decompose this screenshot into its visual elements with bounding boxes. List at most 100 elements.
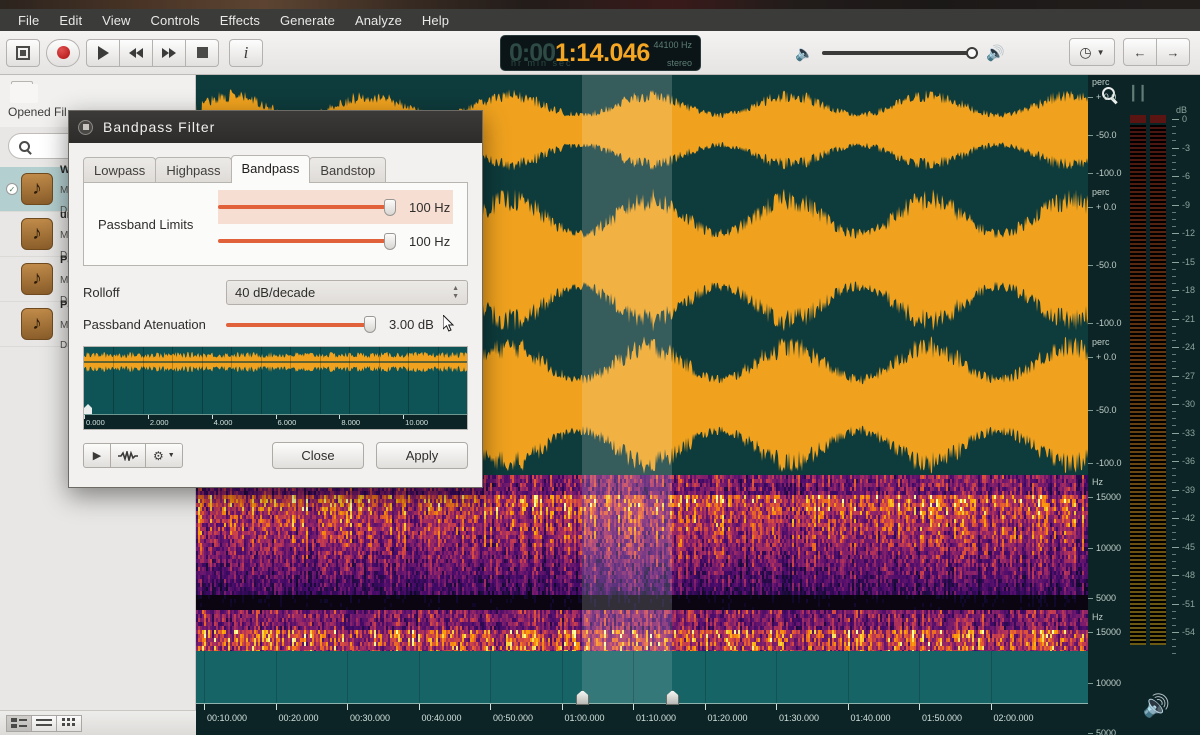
transport-group	[86, 38, 219, 67]
time-display[interactable]: 0:00 1:14.046 hr min sec 44100 Hz stereo	[500, 35, 701, 71]
close-button[interactable]: Close	[272, 442, 364, 469]
clock-icon: ◷	[1079, 44, 1091, 61]
timeline-label: 01:10.000	[636, 713, 676, 723]
grid-view-button[interactable]	[56, 714, 82, 732]
filter-tabs: Lowpass Highpass Bandpass Bandstop	[83, 155, 468, 183]
channel-scale-label: 15000	[1096, 492, 1121, 502]
preview-play-button[interactable]: ▶	[83, 443, 111, 468]
menu-effects[interactable]: Effects	[210, 11, 270, 30]
output-speaker-icon[interactable]: 🔊	[1143, 693, 1170, 719]
tab-lowpass[interactable]: Lowpass	[83, 157, 157, 183]
preview-start-handle[interactable]	[84, 404, 92, 414]
slider-knob[interactable]	[364, 316, 376, 333]
record-button[interactable]	[46, 38, 80, 67]
bandpass-filter-dialog: Bandpass Filter Lowpass Highpass Bandpas…	[68, 110, 483, 488]
timeline-label: 00:40.000	[422, 713, 462, 723]
info-button[interactable]: i	[229, 38, 263, 67]
preview-ruler-tick	[84, 415, 85, 419]
timeline-gridline	[704, 651, 706, 703]
volume-control[interactable]: 🔈 🔊	[795, 44, 1005, 62]
rewind-button[interactable]	[119, 38, 153, 67]
passband-low-slider[interactable]	[218, 198, 396, 216]
bandpass-panel: Passband Limits 100 Hz 100 Hz	[83, 182, 468, 266]
preview-settings-button[interactable]: ⚙ ▼	[145, 443, 183, 468]
passband-high-slider[interactable]	[218, 232, 396, 250]
timeline-selection	[582, 651, 672, 703]
preview-ruler-label: 2.000	[150, 418, 169, 427]
speaker-low-icon: 🔈	[795, 44, 814, 62]
channel-scale-tick	[1088, 682, 1093, 684]
chevron-down-icon: ▼	[168, 452, 175, 459]
play-button[interactable]	[86, 38, 120, 67]
preview-ruler-tick	[467, 415, 468, 419]
channel-scale-tick	[1088, 598, 1093, 599]
dialog-title: Bandpass Filter	[103, 119, 215, 135]
preview-ruler-tick	[211, 415, 213, 419]
timeline-tick	[776, 704, 777, 710]
timeline-ruler[interactable]: 00:10.000 00:20.000 00:30.000 00:40.000 00:5…	[196, 703, 1088, 735]
record-icon	[56, 46, 70, 59]
volume-slider[interactable]	[821, 47, 979, 59]
timeline-label: 01:50.000	[922, 713, 962, 723]
channels-label: stereo	[667, 58, 692, 68]
tab-bandpass[interactable]: Bandpass	[230, 155, 311, 183]
preview-waveform-button[interactable]	[110, 443, 146, 468]
sample-rate-label: 44100 Hz	[653, 40, 692, 50]
timeline-label: 01:30.000	[779, 713, 819, 723]
timeline-label: 01:20.000	[708, 713, 748, 723]
detail-view-button[interactable]	[6, 714, 32, 732]
channel-scale-unit: perc	[1092, 337, 1110, 347]
folder-icon[interactable]	[10, 81, 40, 104]
dialog-menu-icon[interactable]	[78, 119, 93, 135]
channel-scale-label: + 0.0	[1096, 202, 1116, 212]
menu-edit[interactable]: Edit	[49, 11, 92, 30]
volume-knob[interactable]	[966, 47, 979, 59]
preview-ruler: 0.0002.0004.0006.0008.00010.00012	[84, 414, 467, 429]
preview-waveform[interactable]: 0.0002.0004.0006.0008.00010.00012	[83, 346, 468, 430]
channel-scale-tick	[1088, 135, 1093, 136]
timeline-gridline	[919, 651, 920, 703]
passband-high-row: 100 Hz	[218, 224, 453, 258]
timeline-strip[interactable]	[196, 651, 1088, 703]
spinner-arrows-icon[interactable]: ▲ ▼	[452, 285, 459, 299]
nav-back-button[interactable]: ←	[1123, 38, 1157, 66]
preview-ruler-label: 6.000	[278, 418, 297, 427]
channel-scale-label: -100.0	[1096, 318, 1122, 328]
list-view-button[interactable]	[31, 714, 57, 732]
spectrogram-track-1[interactable]	[196, 475, 1088, 610]
tab-bandstop[interactable]: Bandstop	[309, 157, 387, 183]
channel-scale-label: -100.0	[1096, 168, 1122, 178]
select-all-button[interactable]	[6, 38, 40, 67]
channel-scale-tick	[1088, 410, 1093, 411]
clock-dropdown-button[interactable]: ◷ ▼	[1069, 38, 1115, 66]
forward-button[interactable]	[152, 38, 186, 67]
rolloff-spinbox[interactable]: 40 dB/decade ▲ ▼	[226, 280, 468, 305]
dialog-titlebar[interactable]: Bandpass Filter	[69, 111, 482, 143]
attenuation-row: Passband Atenuation 3.00 dB	[83, 316, 468, 333]
channel-scale-tick	[1088, 357, 1093, 358]
channel-scale: Hz 15000 10000 5000	[1088, 475, 1200, 610]
timeline-gridline	[347, 651, 348, 703]
channel-scale-unit: perc	[1092, 187, 1110, 197]
menu-help[interactable]: Help	[412, 11, 459, 30]
stop-button[interactable]	[185, 38, 219, 67]
attenuation-slider[interactable]	[226, 316, 376, 333]
slider-knob[interactable]	[384, 198, 396, 216]
menu-analyze[interactable]: Analyze	[345, 11, 412, 30]
tab-highpass[interactable]: Highpass	[155, 157, 232, 183]
timeline-label: 01:40.000	[851, 713, 891, 723]
menu-view[interactable]: View	[92, 11, 140, 30]
menu-generate[interactable]: Generate	[270, 11, 345, 30]
timeline-label: 00:20.000	[279, 713, 319, 723]
menu-controls[interactable]: Controls	[141, 11, 210, 30]
slider-knob[interactable]	[384, 232, 396, 250]
dialog-body: Lowpass Highpass Bandpass Bandstop Passb…	[69, 143, 482, 333]
preview-ruler-tick	[403, 415, 405, 419]
menu-file[interactable]: File	[8, 11, 49, 30]
apply-button[interactable]: Apply	[376, 442, 468, 469]
attenuation-value: 3.00 dB	[389, 317, 434, 332]
nav-forward-button[interactable]: →	[1156, 38, 1190, 66]
channel-scale-label: 5000	[1096, 728, 1116, 735]
passband-low-row: 100 Hz	[218, 190, 453, 224]
dialog-actions: Close Apply	[272, 442, 468, 469]
